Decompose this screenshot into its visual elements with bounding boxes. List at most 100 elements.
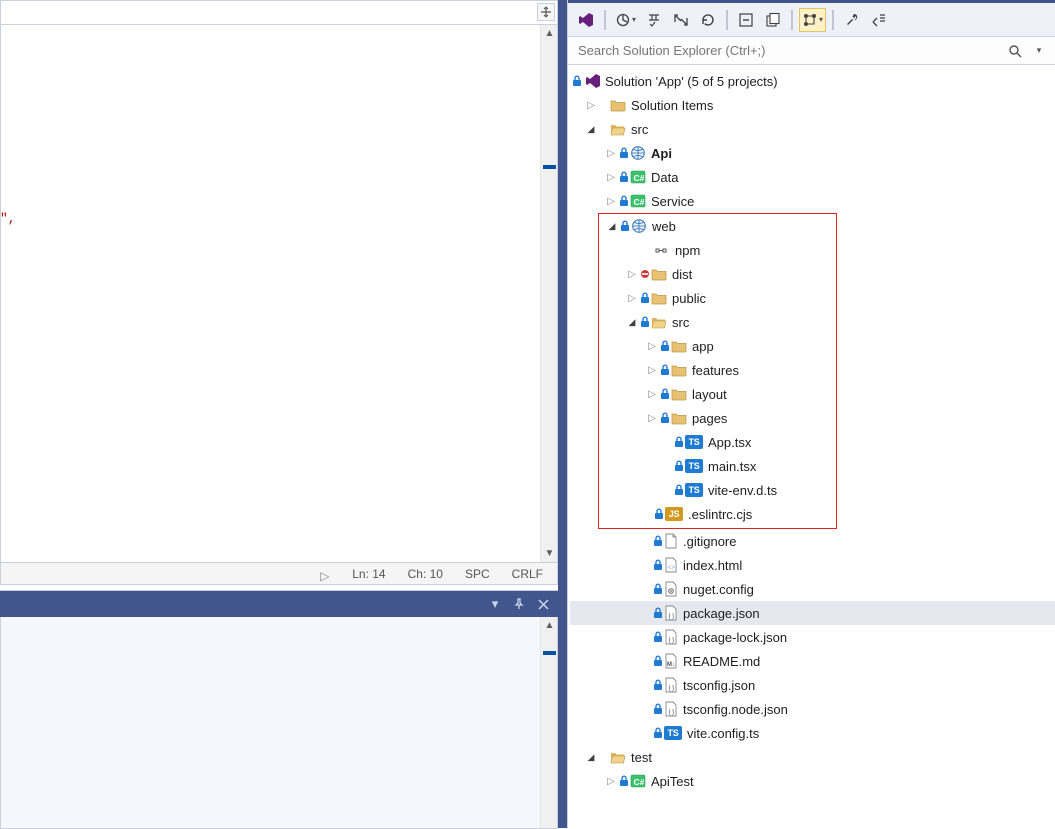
label: src bbox=[672, 315, 689, 330]
folder-icon bbox=[671, 363, 687, 377]
expander-icon[interactable] bbox=[625, 291, 639, 305]
scroll-up-icon[interactable]: ▲ bbox=[541, 25, 558, 42]
code-editor-pane: ngs 0", ▲ ▼ ▷ Ln: 14 Ch: 10 SPC CRLF bbox=[0, 0, 558, 585]
collapse-all-button[interactable] bbox=[734, 8, 758, 32]
markdown-file-icon bbox=[664, 653, 678, 669]
lock-icon bbox=[653, 583, 663, 595]
expander-icon[interactable] bbox=[604, 194, 618, 208]
tool-window-titlebar[interactable]: ▾ bbox=[0, 591, 558, 617]
node-tsconfig-node[interactable]: tsconfig.node.json bbox=[570, 697, 1055, 721]
sync-active-button[interactable] bbox=[669, 8, 693, 32]
node-solution-items[interactable]: Solution Items bbox=[570, 93, 1055, 117]
expander-icon[interactable] bbox=[625, 267, 639, 281]
node-package-lock[interactable]: package-lock.json bbox=[570, 625, 1055, 649]
node-data[interactable]: Data bbox=[570, 165, 1055, 189]
pin-icon[interactable] bbox=[510, 595, 528, 613]
node-dist[interactable]: dist bbox=[599, 262, 836, 286]
expander-icon[interactable] bbox=[584, 750, 598, 764]
lock-icon bbox=[653, 655, 663, 667]
node-index-html[interactable]: index.html bbox=[570, 553, 1055, 577]
solution-explorer-search[interactable]: ▾ bbox=[568, 37, 1055, 65]
expander-icon[interactable] bbox=[645, 363, 659, 377]
expander-icon[interactable] bbox=[645, 339, 659, 353]
expander-icon[interactable] bbox=[645, 411, 659, 425]
search-options-button[interactable]: ▾ bbox=[1027, 39, 1051, 63]
node-test[interactable]: test bbox=[570, 745, 1055, 769]
solution-root[interactable]: Solution 'App' (5 of 5 projects) bbox=[570, 69, 1055, 93]
node-web[interactable]: web bbox=[599, 214, 836, 238]
solution-explorer-toolbar: ▾ ▾ bbox=[568, 3, 1055, 37]
solution-tree[interactable]: Solution 'App' (5 of 5 projects) Solutio… bbox=[568, 65, 1055, 793]
label: App.tsx bbox=[708, 435, 751, 450]
expander-icon[interactable] bbox=[605, 219, 619, 233]
node-package-json[interactable]: package.json bbox=[570, 601, 1055, 625]
label: test bbox=[631, 750, 652, 765]
tool-window-scrollbar[interactable]: ▲ bbox=[540, 617, 557, 828]
node-app-tsx[interactable]: TS App.tsx bbox=[599, 430, 836, 454]
properties-button[interactable] bbox=[840, 8, 864, 32]
folder-icon bbox=[671, 387, 687, 401]
node-apitest[interactable]: ApiTest bbox=[570, 769, 1055, 793]
status-chevron-icon[interactable]: ▷ bbox=[320, 569, 330, 579]
expander-icon[interactable] bbox=[604, 774, 618, 788]
node-eslint[interactable]: JS .eslintrc.cjs bbox=[599, 502, 836, 526]
pending-changes-filter-button[interactable] bbox=[642, 8, 666, 32]
expander-icon[interactable] bbox=[604, 170, 618, 184]
lock-icon bbox=[620, 220, 630, 232]
label: Api bbox=[651, 146, 672, 161]
typescript-icon: TS bbox=[685, 435, 703, 449]
node-layout-folder[interactable]: layout bbox=[599, 382, 836, 406]
node-pages-folder[interactable]: pages bbox=[599, 406, 836, 430]
label: vite-env.d.ts bbox=[708, 483, 777, 498]
window-options-button[interactable]: ▾ bbox=[486, 595, 504, 613]
folder-icon bbox=[651, 267, 667, 281]
node-npm[interactable]: npm bbox=[599, 238, 836, 262]
search-icon[interactable] bbox=[1003, 39, 1027, 63]
node-app-folder[interactable]: app bbox=[599, 334, 836, 358]
label: ApiTest bbox=[651, 774, 694, 789]
label: index.html bbox=[683, 558, 742, 573]
show-all-files-button[interactable] bbox=[761, 8, 785, 32]
lock-icon bbox=[660, 388, 670, 400]
node-service[interactable]: Service bbox=[570, 189, 1055, 213]
node-nuget-config[interactable]: nuget.config bbox=[570, 577, 1055, 601]
label: layout bbox=[692, 387, 727, 402]
split-editor-button[interactable] bbox=[537, 3, 555, 21]
node-src[interactable]: src bbox=[570, 117, 1055, 141]
expander-icon[interactable] bbox=[584, 98, 598, 112]
node-api[interactable]: Api bbox=[570, 141, 1055, 165]
node-vite-env[interactable]: TS vite-env.d.ts bbox=[599, 478, 836, 502]
typescript-icon: TS bbox=[685, 459, 703, 473]
switch-views-button[interactable]: ▾ bbox=[612, 8, 639, 32]
lock-icon bbox=[674, 484, 684, 496]
editor-vertical-scrollbar[interactable]: ▲ ▼ bbox=[540, 25, 557, 562]
expander-icon[interactable] bbox=[584, 122, 598, 136]
label: nuget.config bbox=[683, 582, 754, 597]
expander-icon[interactable] bbox=[604, 146, 618, 160]
folder-icon bbox=[671, 411, 687, 425]
home-button[interactable] bbox=[574, 8, 598, 32]
scroll-up-icon[interactable]: ▲ bbox=[541, 617, 558, 634]
node-main-tsx[interactable]: TS main.tsx bbox=[599, 454, 836, 478]
label: Solution Items bbox=[631, 98, 713, 113]
refresh-button[interactable] bbox=[696, 8, 720, 32]
expander-icon[interactable] bbox=[645, 387, 659, 401]
scroll-down-icon[interactable]: ▼ bbox=[541, 545, 558, 562]
node-public[interactable]: public bbox=[599, 286, 836, 310]
editor-text-area[interactable]: ngs 0", bbox=[1, 25, 539, 562]
preview-selected-button[interactable]: ▾ bbox=[799, 8, 826, 32]
search-input[interactable] bbox=[572, 39, 1003, 62]
node-tsconfig[interactable]: tsconfig.json bbox=[570, 673, 1055, 697]
node-features-folder[interactable]: features bbox=[599, 358, 836, 382]
close-icon[interactable] bbox=[534, 595, 552, 613]
lock-icon bbox=[653, 631, 663, 643]
node-gitignore[interactable]: .gitignore bbox=[570, 529, 1055, 553]
node-readme[interactable]: README.md bbox=[570, 649, 1055, 673]
node-vite-config[interactable]: TS vite.config.ts bbox=[570, 721, 1055, 745]
expander-icon[interactable] bbox=[625, 315, 639, 329]
label: tsconfig.node.json bbox=[683, 702, 788, 717]
view-code-button[interactable] bbox=[867, 8, 891, 32]
node-web-src[interactable]: src bbox=[599, 310, 836, 334]
splitter-vertical[interactable] bbox=[558, 0, 567, 828]
excluded-icon bbox=[640, 269, 650, 279]
